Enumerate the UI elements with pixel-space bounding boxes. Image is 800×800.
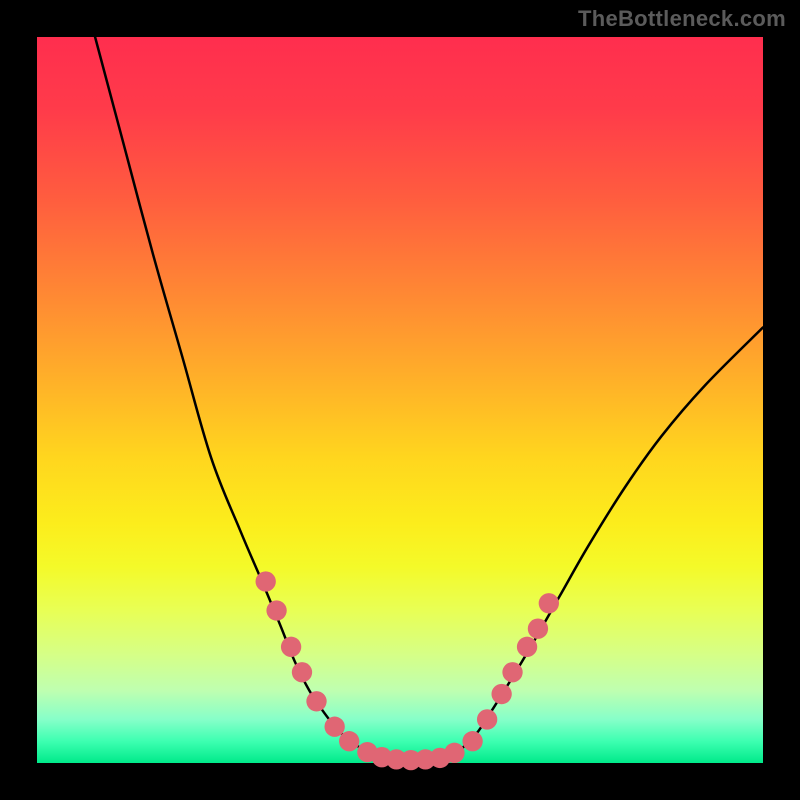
highlight-dot <box>477 709 497 729</box>
highlight-dot <box>517 637 537 657</box>
highlight-dot <box>528 619 548 639</box>
highlight-dot <box>306 691 326 711</box>
plot-area <box>37 37 763 763</box>
highlight-dot <box>444 743 464 763</box>
highlight-dot <box>539 593 559 613</box>
highlight-dot <box>491 684 511 704</box>
watermark-text: TheBottleneck.com <box>578 6 786 32</box>
highlight-dot <box>266 600 286 620</box>
highlight-dot <box>339 731 359 751</box>
highlight-dot <box>462 731 482 751</box>
highlight-dot <box>281 637 301 657</box>
left-curve <box>95 37 382 757</box>
highlight-dot <box>325 717 345 737</box>
highlight-dots <box>256 571 559 770</box>
highlight-dot <box>256 571 276 591</box>
highlight-dot <box>502 662 522 682</box>
chart-container: TheBottleneck.com <box>0 0 800 800</box>
curve-layer <box>37 37 763 763</box>
highlight-dot <box>292 662 312 682</box>
